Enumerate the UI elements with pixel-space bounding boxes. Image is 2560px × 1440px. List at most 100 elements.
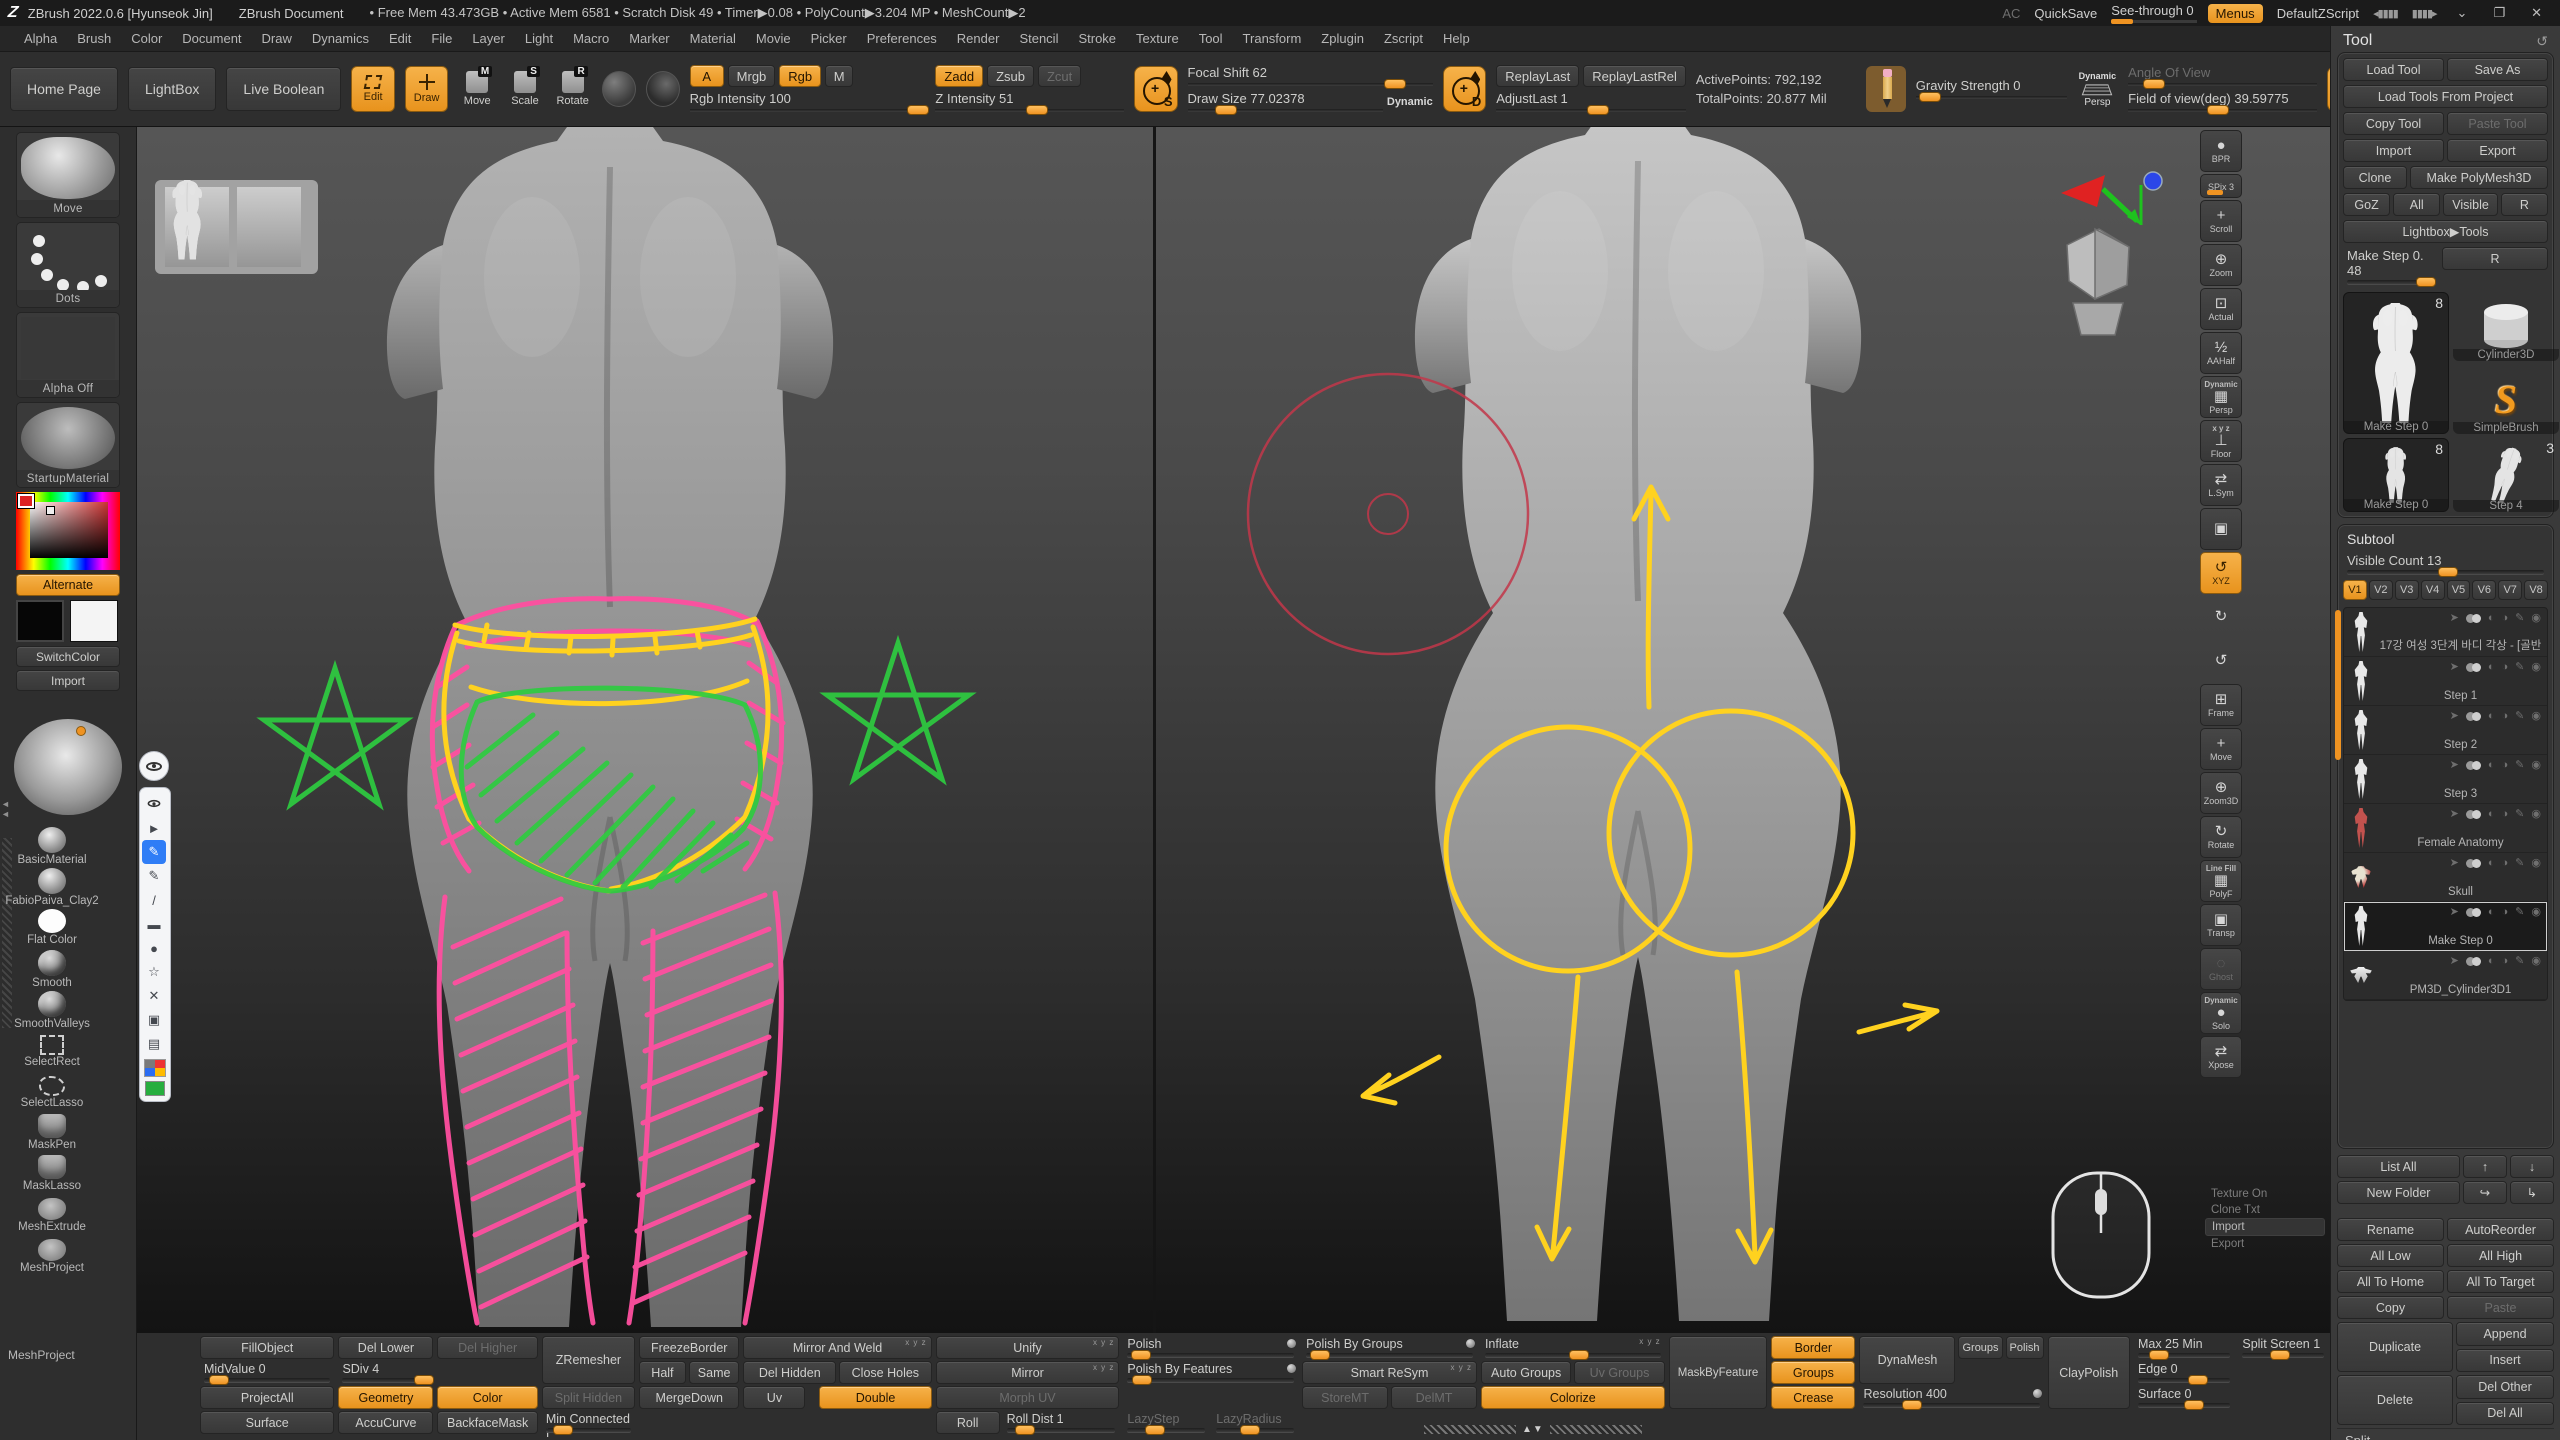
move-gyro-button[interactable]: M Move [458, 66, 496, 112]
menu-item[interactable]: Zplugin [1311, 28, 1374, 49]
close-holes-button[interactable]: Close Holes [839, 1361, 932, 1384]
annotation-tool-button[interactable]: ✎ [142, 864, 166, 888]
zsub-button[interactable]: Zsub [987, 65, 1034, 87]
right-shelf-button[interactable]: ● BPR [2200, 130, 2242, 172]
right-shelf-button[interactable]: ↻ [2200, 596, 2242, 638]
minimize-icon[interactable]: ⌄ [2451, 5, 2474, 21]
shelf-item[interactable]: MaskPen [0, 1114, 104, 1155]
divider-expand-icon[interactable]: ▮▮▮▮▸ [2412, 7, 2437, 20]
right-shelf-button[interactable]: ◌ Ghost [2200, 948, 2242, 990]
goz-all-button[interactable]: All [2393, 193, 2440, 216]
edge-slider[interactable]: Edge 0 [2134, 1361, 2234, 1384]
delete-button[interactable]: Delete [2337, 1375, 2453, 1425]
mirror-button[interactable]: Mirrorx y z [936, 1361, 1120, 1384]
shelf-item[interactable]: SmoothValleys [0, 991, 104, 1032]
mask-groups-button[interactable]: Groups [1771, 1361, 1855, 1384]
annotation-tool-button[interactable]: ✕ [142, 984, 166, 1008]
copy-tool-button[interactable]: Copy Tool [2343, 112, 2444, 135]
restore-icon[interactable]: ❐ [2487, 5, 2511, 21]
subtool-row[interactable]: ➤ ◐ ◑ ✎ ◉ Step 2 [2344, 706, 2547, 755]
a-button[interactable]: A [690, 65, 724, 87]
polypaint-icon[interactable] [2466, 957, 2481, 966]
del-all-button[interactable]: Del All [2456, 1402, 2554, 1426]
paintbrush-icon[interactable]: ✎ [2515, 956, 2524, 967]
right-shelf-button[interactable]: ↻ Rotate [2200, 816, 2242, 858]
unify-button[interactable]: Unifyx y z [936, 1336, 1120, 1359]
see-through-slider[interactable]: See-through 0 [2111, 3, 2193, 23]
roll-dist-slider[interactable]: Roll Dist 1 [1003, 1411, 1120, 1434]
current-brush-tile[interactable]: Move [16, 132, 120, 218]
right-shelf-button[interactable]: ⊡ Actual [2200, 288, 2242, 330]
document-canvas[interactable]: ► ✎ ✎ / ▬ ● ☆ ✕ [137, 127, 2330, 1333]
subtool-row[interactable]: ➤ ◐ ◑ ✎ ◉ Step 1 [2344, 657, 2547, 706]
right-shelf-button[interactable]: ⊕ Zoom [2200, 244, 2242, 286]
menus-button[interactable]: Menus [2208, 4, 2263, 23]
subtool-row[interactable]: ➤ ◐ ◑ ✎ ◉ Female Anatomy [2344, 804, 2547, 853]
replay-last-button[interactable]: ReplayLast [1496, 65, 1579, 87]
polypaint-icon[interactable] [2466, 614, 2481, 623]
lazystep-slider[interactable]: LazyStep [1123, 1411, 1209, 1434]
light-dot-icon[interactable] [76, 726, 86, 736]
document-thumbnails[interactable] [155, 180, 318, 274]
current-material-tile[interactable]: StartupMaterial [16, 402, 120, 488]
import-button[interactable]: Import [2205, 1218, 2325, 1236]
subtool-view-tab[interactable]: V2 [2369, 580, 2393, 600]
polypaint-icon[interactable] [2466, 712, 2481, 721]
subtool-down-button[interactable]: ↓ [2510, 1155, 2554, 1178]
right-shelf-button[interactable]: ↺ [2200, 640, 2242, 682]
rename-button[interactable]: Rename [2337, 1218, 2444, 1241]
right-shelf-button[interactable]: ½ AAHalf [2200, 332, 2242, 374]
subtool-drag-icon[interactable]: ➤ [2450, 760, 2459, 771]
menu-item[interactable]: Layer [462, 28, 515, 49]
paintbrush-icon[interactable]: ✎ [2515, 760, 2524, 771]
subtool-row[interactable]: ➤ ◐ ◑ ✎ ◉ Skull [2344, 853, 2547, 902]
current-material-sphere[interactable] [14, 719, 122, 815]
dynamesh-polish-button[interactable]: Polish [2006, 1336, 2044, 1359]
edit-button[interactable]: Edit [351, 66, 395, 112]
menu-item[interactable]: Preferences [857, 28, 947, 49]
default-zscript-button[interactable]: DefaultZScript [2277, 6, 2359, 21]
make-step-r-button[interactable]: R [2442, 247, 2548, 270]
texture-toggle-icon[interactable] [646, 71, 680, 107]
shelf-item[interactable]: MeshProject [0, 1237, 104, 1278]
draw-size-icon[interactable]: S [1134, 66, 1178, 112]
subtool-drag-icon[interactable]: ➤ [2450, 956, 2459, 967]
lazyradius-slider[interactable]: LazyRadius [1212, 1411, 1298, 1434]
annotation-tool-button[interactable]: ☆ [142, 960, 166, 984]
lightbox-button[interactable]: LightBox [128, 67, 216, 111]
right-shelf-button[interactable]: ▣ [2200, 508, 2242, 550]
draw-button[interactable]: Draw [405, 66, 449, 112]
menu-item[interactable]: Picker [801, 28, 857, 49]
uv-groups-button[interactable]: Uv Groups [1574, 1361, 1664, 1384]
subtool-row[interactable]: ➤ ◐ ◑ ✎ ◉ Step 3 [2344, 755, 2547, 804]
autoreorder-button[interactable]: AutoReorder [2447, 1218, 2554, 1241]
make-step-slider[interactable]: Make Step 0. 48 [2343, 247, 2439, 286]
shelf-collapse-icon[interactable]: ◄◄ [1, 799, 10, 819]
switch-color-button[interactable]: SwitchColor [16, 646, 120, 667]
scale-gyro-button[interactable]: S Scale [506, 66, 544, 112]
subtool-row[interactable]: ➤ ◐ ◑ ✎ ◉ 17강 여성 3단계 바디 각상 - [골반 [2344, 608, 2547, 657]
rgb-button[interactable]: Rgb [779, 65, 821, 87]
active-tool-thumbnail[interactable]: 8 Make Step 0 [2343, 292, 2449, 434]
right-shelf-button[interactable]: Dynamic ● Solo [2200, 992, 2242, 1034]
menu-item[interactable]: Movie [746, 28, 801, 49]
right-shelf-button[interactable]: + Move [2200, 728, 2242, 770]
visibility-eye-icon[interactable]: ◉ [2531, 907, 2541, 918]
max-min-slider[interactable]: Max 25 Min [2134, 1336, 2234, 1359]
new-folder-button[interactable]: New Folder [2337, 1181, 2460, 1204]
right-shelf-button[interactable]: SPix 3 [2200, 174, 2242, 198]
gravity-pencil-icon[interactable] [1866, 66, 1906, 112]
paste-tool-button[interactable]: Paste Tool [2447, 112, 2548, 135]
del-lower-button[interactable]: Del Lower [338, 1336, 433, 1359]
fillobject-button[interactable]: FillObject [200, 1336, 334, 1359]
polypaint-icon[interactable] [2466, 761, 2481, 770]
polish-by-groups-slider[interactable]: Polish By Groups [1302, 1336, 1477, 1359]
angle-of-view-slider[interactable]: Angle Of View [2128, 65, 2317, 87]
current-stroke-tile[interactable]: Dots [16, 222, 120, 308]
storemt-button[interactable]: StoreMT [1302, 1386, 1388, 1409]
subtool-drag-icon[interactable]: ➤ [2450, 662, 2459, 673]
import-texture-button[interactable]: Import [16, 670, 120, 691]
move-into-folder-button[interactable]: ↳ [2510, 1181, 2554, 1204]
insert-button[interactable]: Insert [2456, 1349, 2554, 1373]
mirror-and-weld-button[interactable]: Mirror And Weldx y z [743, 1336, 931, 1359]
